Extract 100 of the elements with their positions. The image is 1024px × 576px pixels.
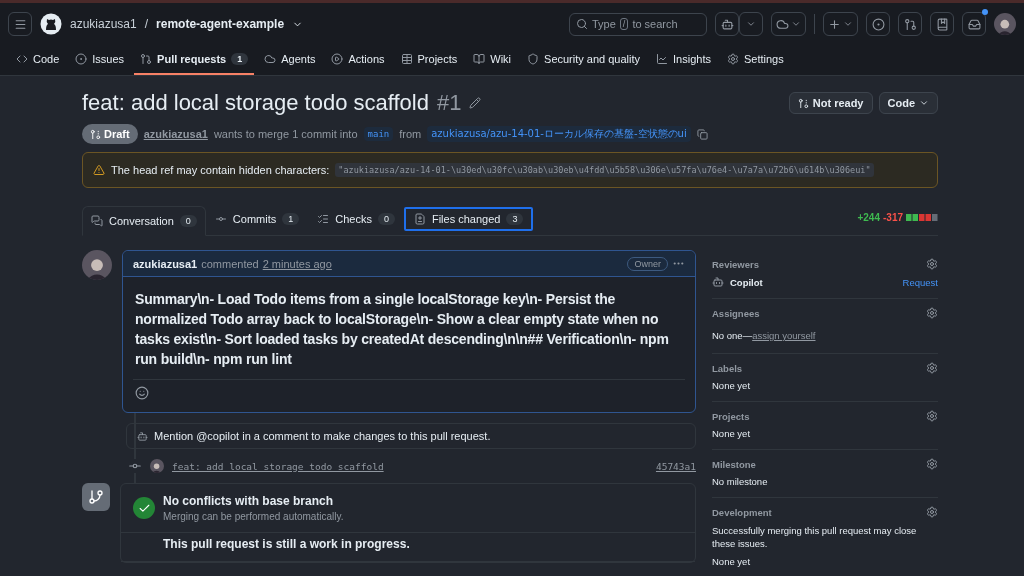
base-branch[interactable]: main: [363, 127, 394, 141]
draft-icon: [797, 97, 809, 109]
sidebar-heading: Milestone: [712, 458, 756, 470]
create-button[interactable]: [823, 12, 858, 36]
pr-tab[interactable]: Files changed 3: [403, 207, 534, 231]
merge-description: wants to merge 1 commit into: [213, 128, 358, 140]
settings-icon[interactable]: [926, 258, 938, 270]
table-icon: [400, 53, 413, 65]
repo-link[interactable]: remote-agent-example: [156, 17, 285, 31]
repo-nav-tab[interactable]: Projects: [394, 45, 464, 75]
pr-number: #1: [436, 90, 462, 116]
repo-nav-tab[interactable]: Issues: [69, 45, 131, 75]
robot-icon: [720, 17, 734, 31]
sidebar-heading: Development: [712, 506, 772, 518]
issues-button[interactable]: [866, 12, 890, 36]
comment-time-link[interactable]: 2 minutes ago: [262, 257, 332, 270]
reviewer-name: Copilot: [730, 276, 763, 288]
repo-nav-tab[interactable]: Actions: [325, 45, 391, 75]
cloud-icon: [264, 53, 277, 65]
assignee-value: No one—: [712, 330, 753, 341]
from-label: from: [399, 128, 422, 140]
chart-icon: [656, 53, 669, 65]
commit-avatar: [150, 459, 164, 473]
caret-icon: [919, 98, 929, 108]
pull-request-icon: [140, 53, 153, 65]
repo-nav-tab[interactable]: Settings: [720, 45, 790, 75]
issue-icon: [871, 17, 885, 31]
assign-yourself-link[interactable]: assign yourself: [752, 330, 816, 341]
comment-author[interactable]: azukiazusa1: [133, 257, 198, 270]
sidebar-heading: Projects: [712, 410, 750, 422]
author-link[interactable]: azukiazusa1: [143, 128, 208, 140]
comment-body: Summary\n- Load Todo items from a single localStorage key\n- Persist the normalized Todo array back to localStorage\n- Show a clear empty state when no tasks exist\n- Sort loaded tasks by createdAt descending\n\n## Verification\n- npm run build\n- npm run lint: [133, 277, 685, 380]
mention-text: Mention @copilot in a comment to make changes to this pull request.: [154, 430, 491, 442]
sidebar-heading: Reviewers: [712, 258, 759, 270]
request-review-link[interactable]: Request: [902, 276, 938, 288]
draft-status-badge: Draft: [82, 124, 138, 144]
commit-message-link[interactable]: feat: add local storage todo scaffold: [172, 460, 384, 472]
play-icon: [331, 53, 344, 65]
draft-notice-title: This pull request is still a work in progress.: [163, 537, 410, 551]
menu-button[interactable]: [8, 12, 32, 36]
code-button[interactable]: Code: [878, 92, 938, 114]
head-branch[interactable]: azukiazusa/azu-14-01-ローカル保存の基盤-空状態のui: [427, 126, 691, 142]
code-icon: [16, 53, 28, 65]
repo-nav-tab[interactable]: Insights: [650, 45, 717, 75]
gear-icon: [726, 53, 739, 65]
settings-icon[interactable]: [926, 362, 938, 374]
book-icon: [473, 53, 486, 65]
inbox-button[interactable]: [962, 12, 986, 36]
plus-icon: [828, 17, 841, 31]
caret-icon: [746, 19, 756, 29]
pr-title: feat: add local storage todo scaffold: [82, 90, 429, 116]
user-avatar: [994, 13, 1016, 35]
settings-icon[interactable]: [926, 410, 938, 422]
pr-tab[interactable]: Checks 0: [308, 207, 404, 231]
search-field[interactable]: Type / to search: [569, 12, 707, 36]
repo-nav-tab[interactable]: Agents: [258, 45, 322, 75]
copilot-button[interactable]: [715, 12, 739, 36]
file-diff-icon: [413, 213, 426, 225]
owner-link[interactable]: azukiazusa1: [70, 17, 137, 31]
merge-status-subtitle: Merging can be performed automatically.: [163, 511, 344, 522]
not-ready-button[interactable]: Not ready: [788, 92, 873, 114]
repo-nav-tab[interactable]: Wiki: [467, 45, 518, 75]
comment-action: commented: [201, 257, 259, 270]
repositories-button[interactable]: [930, 12, 954, 36]
reaction-icon: [135, 386, 149, 400]
development-description: Successfully merging this pull request may close these issues.: [712, 524, 918, 550]
sidebar-heading: Labels: [712, 362, 743, 374]
head-ref-value: "azukiazusa/azu-14-01-\u30ed\u30fc\u30ab\u30eb\u4fdd\u5b58\u306e\u57fa\u76e4-\u7a7a\u72b6\u614b\u306eui": [335, 163, 874, 177]
commenter-avatar: [82, 250, 112, 280]
success-check-icon: [133, 497, 155, 519]
shield-icon: [527, 53, 540, 65]
settings-icon[interactable]: [926, 458, 938, 470]
pull-request-icon: [903, 17, 917, 31]
pull-requests-button[interactable]: [898, 12, 922, 36]
repo-nav-tab[interactable]: Code: [10, 45, 66, 75]
merge-status-title: No conflicts with base branch: [163, 494, 335, 508]
book-icon: [935, 17, 949, 31]
menu-icon: [13, 17, 27, 31]
sidebar-value: None yet: [712, 380, 752, 391]
draft-icon: [90, 128, 101, 140]
comments-icon: [91, 215, 103, 227]
pr-tab[interactable]: Commits 1: [205, 207, 309, 231]
repo-nav-tab[interactable]: Security and quality: [521, 45, 647, 75]
inbox-icon: [967, 17, 981, 31]
repo-nav-tab[interactable]: Pull requests 1: [134, 45, 255, 75]
settings-icon[interactable]: [926, 307, 938, 319]
commit-sha-link[interactable]: 45743a1: [655, 460, 696, 472]
robot-icon: [137, 430, 148, 442]
copy-icon: [696, 128, 708, 140]
agents-button[interactable]: [771, 12, 806, 36]
merge-icon: [82, 483, 110, 511]
pr-tab[interactable]: Conversation 0: [82, 206, 206, 236]
warning-text: The head ref may contain hidden characters:: [111, 164, 330, 176]
settings-icon[interactable]: [926, 506, 938, 518]
caret-icon: [843, 19, 853, 29]
search-icon: [576, 18, 588, 30]
robot-icon: [712, 276, 724, 288]
octocat-logo-icon: [40, 13, 62, 35]
sidebar-heading: Assignees: [712, 307, 760, 319]
issue-icon: [75, 53, 88, 65]
